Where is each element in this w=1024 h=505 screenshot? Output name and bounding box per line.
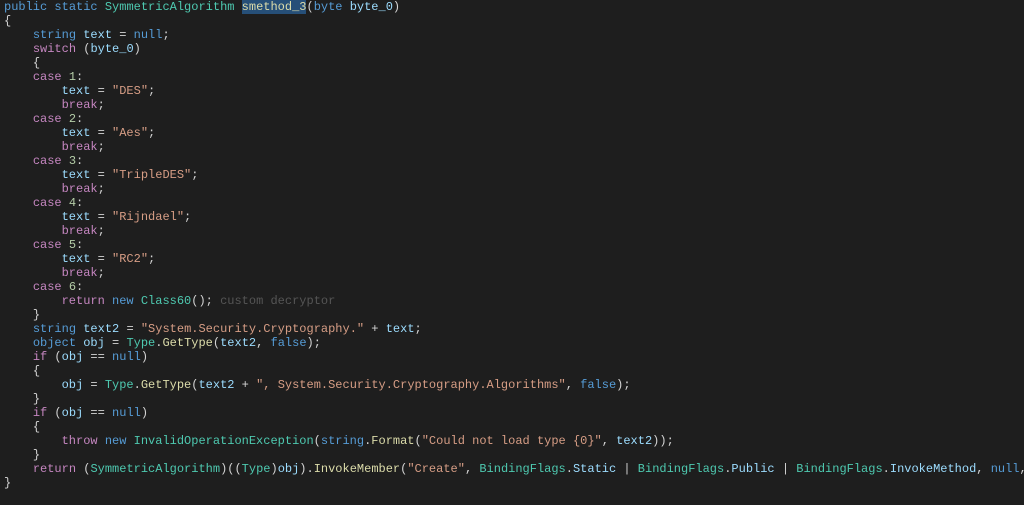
code-line: string text = null; (0, 28, 1024, 42)
string-algo-ns: ", System.Security.Cryptography.Algorith… (256, 378, 566, 392)
param-type: byte (314, 0, 343, 14)
code-line: case 1: (0, 70, 1024, 84)
code-line: if (obj == null) (0, 406, 1024, 420)
var-text: text (83, 28, 112, 42)
code-line: case 5: (0, 238, 1024, 252)
kw-new: new (112, 294, 134, 308)
code-line: break; (0, 224, 1024, 238)
kw-break: break (62, 266, 98, 280)
code-line: case 4: (0, 196, 1024, 210)
kw-break: break (62, 140, 98, 154)
code-line: } (0, 476, 1024, 490)
method-name-selected[interactable]: smethod_3 (242, 0, 307, 14)
kw-string: string (33, 28, 76, 42)
code-line: } (0, 392, 1024, 406)
kw-break: break (62, 224, 98, 238)
string-tripledes: "TripleDES" (112, 168, 191, 182)
code-line: text = "RC2"; (0, 252, 1024, 266)
code-editor[interactable]: public static SymmetricAlgorithm smethod… (0, 0, 1024, 505)
var-byte0: byte_0 (90, 42, 133, 56)
code-line: text = "Aes"; (0, 126, 1024, 140)
code-line: text = "Rijndael"; (0, 210, 1024, 224)
code-line: object obj = Type.GetType(text2, false); (0, 336, 1024, 350)
code-line: obj = Type.GetType(text2 + ", System.Sec… (0, 378, 1024, 392)
param-name: byte_0 (350, 0, 393, 14)
code-line: } (0, 308, 1024, 322)
code-line: { (0, 14, 1024, 28)
lparen: ( (306, 0, 313, 14)
code-line: switch (byte_0) (0, 42, 1024, 56)
lbrace: { (4, 14, 11, 28)
kw-static: static (54, 0, 97, 14)
fn-gettype: GetType (162, 336, 212, 350)
kw-throw: throw (62, 434, 98, 448)
var-text2: text2 (83, 322, 119, 336)
kw-switch: switch (33, 42, 76, 56)
code-line: break; (0, 98, 1024, 112)
type-ioe: InvalidOperationException (134, 434, 314, 448)
kw-null: null (134, 28, 163, 42)
code-line: text = "DES"; (0, 84, 1024, 98)
code-line: { (0, 56, 1024, 70)
class60-type: Class60 (141, 294, 191, 308)
code-line: return new Class60(); custom decryptor (0, 294, 1024, 308)
return-type: SymmetricAlgorithm (105, 0, 235, 14)
string-des: "DES" (112, 84, 148, 98)
kw-case: case (33, 196, 69, 210)
string-fmt: "Could not load type {0}" (422, 434, 602, 448)
kw-case: case (33, 238, 69, 252)
kw-case: case (33, 280, 69, 294)
code-line: if (obj == null) (0, 350, 1024, 364)
code-line: case 2: (0, 112, 1024, 126)
string-rijndael: "Rijndael" (112, 210, 184, 224)
code-line: public static SymmetricAlgorithm smethod… (0, 0, 1024, 14)
rparen: ) (393, 0, 400, 14)
kw-break: break (62, 98, 98, 112)
comment-custom-decryptor: custom decryptor (213, 294, 335, 308)
string-aes: "Aes" (112, 126, 148, 140)
code-line: { (0, 420, 1024, 434)
code-line: } (0, 448, 1024, 462)
kw-break: break (62, 182, 98, 196)
kw-case: case (33, 112, 69, 126)
string-rc2: "RC2" (112, 252, 148, 266)
kw-case: case (33, 70, 69, 84)
code-line: return (SymmetricAlgorithm)((Type)obj).I… (0, 462, 1024, 476)
code-line: case 6: (0, 280, 1024, 294)
code-line: case 3: (0, 154, 1024, 168)
fn-invokemember: InvokeMember (314, 462, 400, 476)
code-line: break; (0, 140, 1024, 154)
code-line: string text2 = "System.Security.Cryptogr… (0, 322, 1024, 336)
code-line: break; (0, 266, 1024, 280)
kw-return: return (62, 294, 105, 308)
kw-case: case (33, 154, 69, 168)
code-line: { (0, 364, 1024, 378)
code-line: text = "TripleDES"; (0, 168, 1024, 182)
string-ns: "System.Security.Cryptography." (141, 322, 364, 336)
kw-if: if (33, 350, 47, 364)
kw-public: public (4, 0, 47, 14)
code-line: break; (0, 182, 1024, 196)
fn-format: Format (371, 434, 414, 448)
code-line: throw new InvalidOperationException(stri… (0, 434, 1024, 448)
var-obj: obj (83, 336, 105, 350)
